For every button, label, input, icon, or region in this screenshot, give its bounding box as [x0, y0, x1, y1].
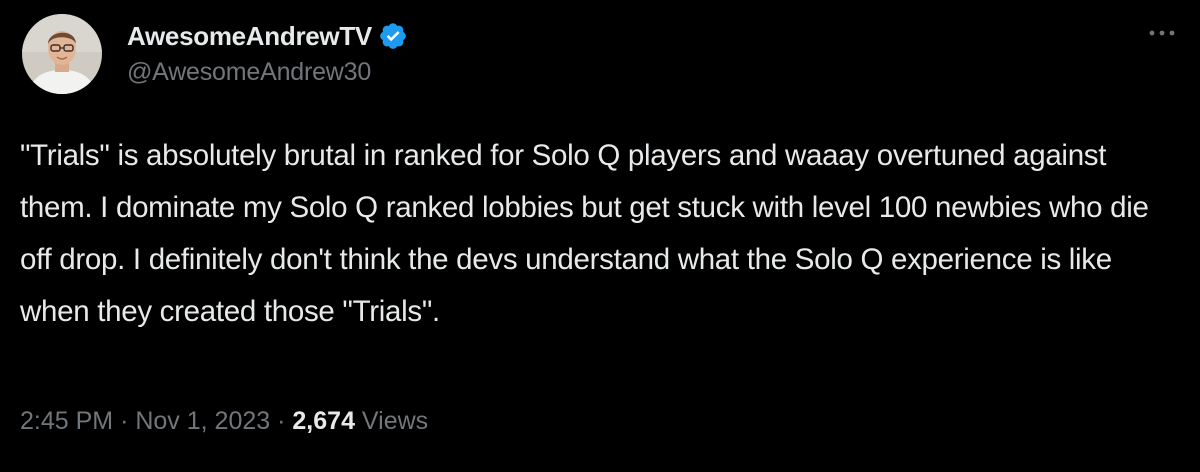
- meta-separator: ·: [120, 407, 129, 435]
- more-horizontal-icon: [1149, 30, 1175, 36]
- verified-badge-icon: [378, 21, 408, 51]
- avatar[interactable]: [22, 14, 102, 94]
- more-options-button[interactable]: [1142, 20, 1182, 46]
- tweet-card: AwesomeAndrewTV @AwesomeAndrew30 "Trials…: [0, 0, 1200, 472]
- tweet-meta: 2:45 PM · Nov 1, 2023 · 2,674 Views: [20, 407, 428, 436]
- author-row: AwesomeAndrewTV: [127, 18, 408, 54]
- tweet-text: "Trials" is absolutely brutal in ranked …: [20, 139, 1149, 328]
- profile-photo-icon: [22, 14, 102, 94]
- meta-separator: ·: [277, 407, 286, 435]
- display-name[interactable]: AwesomeAndrewTV: [127, 21, 372, 52]
- views-label: Views: [361, 407, 429, 435]
- tweet-time[interactable]: 2:45 PM: [20, 407, 113, 435]
- tweet-date[interactable]: Nov 1, 2023: [135, 407, 270, 435]
- views-count: 2,674: [292, 407, 355, 435]
- handle[interactable]: @AwesomeAndrew30: [127, 58, 371, 87]
